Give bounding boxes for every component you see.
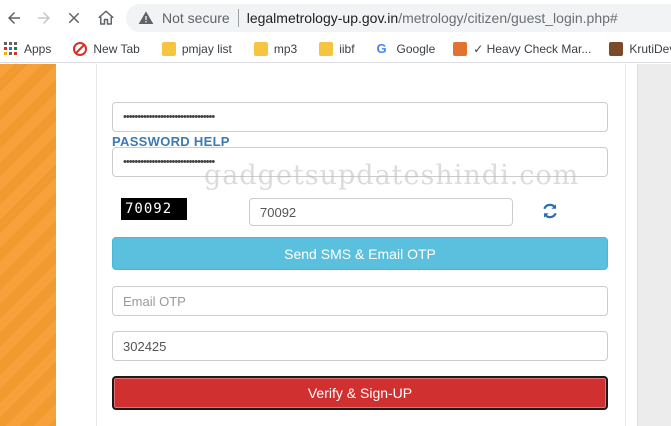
google-icon: G	[376, 41, 387, 56]
url-path: /metrology/citizen/guest_login.php#	[398, 10, 618, 26]
bookmark-label: iibf	[339, 42, 355, 56]
confirm-password-field[interactable]: ••••••••••••••••••••••••••••••••	[112, 147, 608, 177]
send-otp-button[interactable]: Send SMS & Email OTP	[112, 237, 608, 270]
apps-grid-icon	[4, 42, 17, 55]
bookmark-google[interactable]: G Google	[376, 41, 436, 57]
bookmark-label: pmjay list	[181, 42, 232, 56]
browser-toolbar: Not secure legalmetrology-up.gov.in/metr…	[0, 0, 671, 36]
home-button[interactable]	[94, 6, 118, 30]
bookmark-label: ✓ Heavy Check Mar...	[473, 42, 592, 56]
not-secure-label: Not secure	[162, 10, 230, 26]
url-domain: legalmetrology-up.gov.in	[246, 10, 399, 26]
bookmark-heavy-check[interactable]: ✓ Heavy Check Mar...	[453, 42, 591, 56]
new-tab-icon	[73, 42, 88, 56]
bookmark-label: Apps	[24, 42, 52, 56]
verify-signup-button[interactable]: Verify & Sign-UP	[112, 376, 608, 410]
bookmark-krutidev[interactable]: KrutiDev	[609, 42, 671, 56]
home-icon	[98, 10, 114, 25]
bookmark-label: mp3	[273, 42, 298, 56]
arrow-right-icon	[38, 12, 50, 24]
bookmark-apps[interactable]: Apps	[4, 42, 51, 56]
striped-background	[0, 64, 56, 426]
bookmark-label: Google	[396, 42, 436, 56]
bookmark-iibf[interactable]: iibf	[319, 42, 355, 56]
bookmark-mp3[interactable]: mp3	[253, 42, 298, 56]
site-icon	[453, 42, 468, 56]
warning-icon	[138, 11, 154, 24]
bookmark-pmjay-list[interactable]: pmjay list	[161, 42, 232, 56]
forward-button[interactable]	[32, 6, 56, 30]
bookmark-new-tab[interactable]: New Tab	[73, 42, 140, 56]
back-button[interactable]	[2, 6, 26, 30]
close-icon	[68, 12, 80, 24]
bookmark-label: New Tab	[93, 42, 140, 56]
email-otp-input[interactable]: Email OTP	[112, 286, 608, 316]
page-background	[638, 64, 671, 426]
address-separator	[237, 9, 239, 27]
refresh-icon[interactable]	[541, 202, 559, 220]
address-bar[interactable]: Not secure legalmetrology-up.gov.in/metr…	[126, 4, 671, 32]
password-field[interactable]: ••••••••••••••••••••••••••••••••	[112, 102, 608, 132]
captcha-input[interactable]: 70092	[249, 198, 513, 226]
folder-icon	[161, 42, 176, 56]
captcha-image: 70092	[121, 198, 187, 220]
bookmark-label: KrutiDev	[629, 42, 671, 56]
stop-button[interactable]	[62, 6, 86, 30]
folder-icon	[253, 42, 268, 56]
folder-icon	[319, 42, 334, 56]
bookmarks-bar: Apps New Tab pmjay list mp3 iibf G Googl…	[0, 36, 671, 63]
arrow-left-icon	[8, 12, 20, 24]
sms-otp-input[interactable]: 302425	[112, 331, 608, 361]
site-icon	[609, 42, 624, 56]
